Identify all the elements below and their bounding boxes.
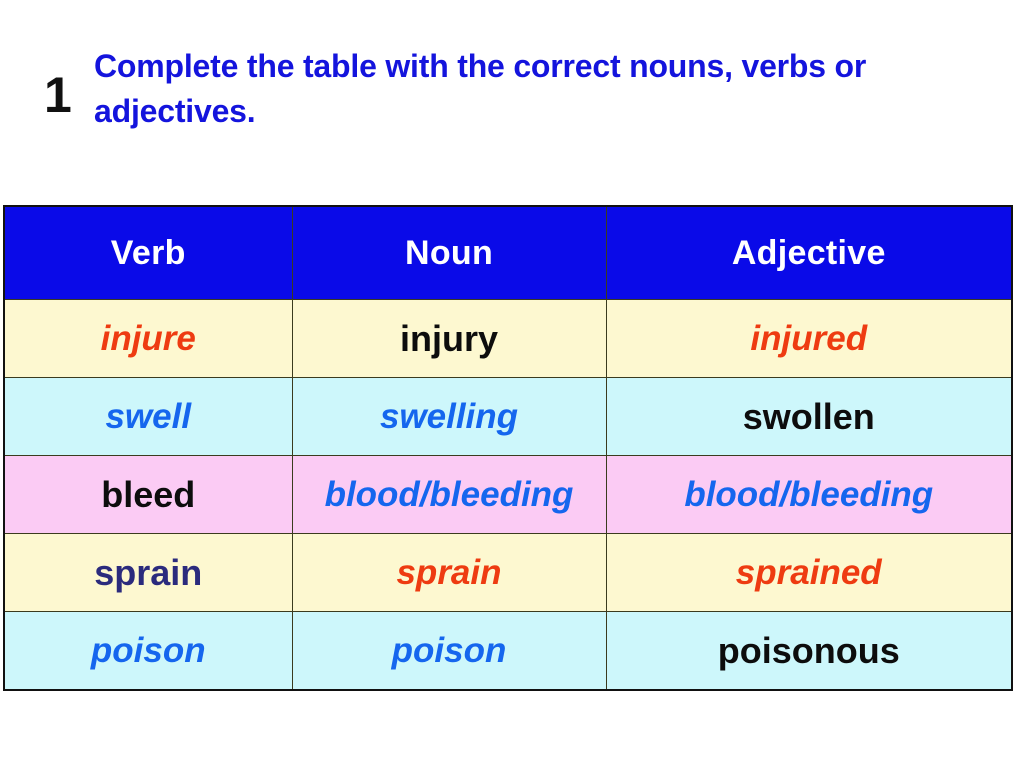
word-value: sprain: [396, 553, 502, 592]
table-row: sprain sprain sprained: [3, 533, 1013, 612]
cell-adjective: blood/bleeding: [605, 455, 1013, 534]
cell-adjective: injured: [605, 299, 1013, 378]
word-value: swollen: [742, 395, 875, 437]
table-header-row: Verb Noun Adjective: [3, 205, 1013, 300]
exercise-header: 1 Complete the table with the correct no…: [0, 32, 1024, 152]
cell-verb: injure: [3, 299, 293, 378]
table-row: bleed blood/bleeding blood/bleeding: [3, 455, 1013, 534]
cell-adjective: swollen: [605, 377, 1013, 456]
cell-noun: poison: [291, 611, 607, 691]
table-row: swell swelling swollen: [3, 377, 1013, 456]
cell-noun: sprain: [291, 533, 607, 612]
column-header-adjective: Adjective: [605, 205, 1013, 300]
cell-adjective: sprained: [605, 533, 1013, 612]
column-header-verb: Verb: [3, 205, 293, 300]
cell-adjective: poisonous: [605, 611, 1013, 691]
cell-verb: swell: [3, 377, 293, 456]
word-value: swelling: [379, 397, 519, 436]
column-header-noun: Noun: [291, 205, 607, 300]
table-row: poison poison poisonous: [3, 611, 1013, 691]
exercise-instruction: Complete the table with the correct noun…: [94, 48, 867, 130]
word-forms-table: Verb Noun Adjective injure injury injure…: [3, 205, 1013, 691]
cell-verb: poison: [3, 611, 293, 691]
word-value: blood/bleeding: [324, 475, 574, 514]
table-header: Verb Noun Adjective: [3, 205, 1013, 300]
table-body: injure injury injured swell swelling swo…: [3, 299, 1013, 691]
cell-noun: blood/bleeding: [291, 455, 607, 534]
word-value: swell: [105, 397, 192, 436]
table-row: injure injury injured: [3, 299, 1013, 378]
word-value: injured: [750, 319, 868, 358]
word-value: sprained: [735, 553, 882, 592]
word-value: poison: [391, 631, 507, 670]
word-value: poisonous: [717, 629, 900, 671]
exercise-number: 1: [44, 67, 72, 123]
word-value: injury: [399, 317, 498, 359]
word-value: poison: [90, 631, 206, 670]
cell-noun: swelling: [291, 377, 607, 456]
word-value: sprain: [94, 551, 203, 593]
cell-verb: bleed: [3, 455, 293, 534]
cell-noun: injury: [291, 299, 607, 378]
cell-verb: sprain: [3, 533, 293, 612]
word-value: blood/bleeding: [684, 475, 934, 514]
word-value: bleed: [101, 473, 196, 515]
word-value: injure: [100, 319, 196, 358]
